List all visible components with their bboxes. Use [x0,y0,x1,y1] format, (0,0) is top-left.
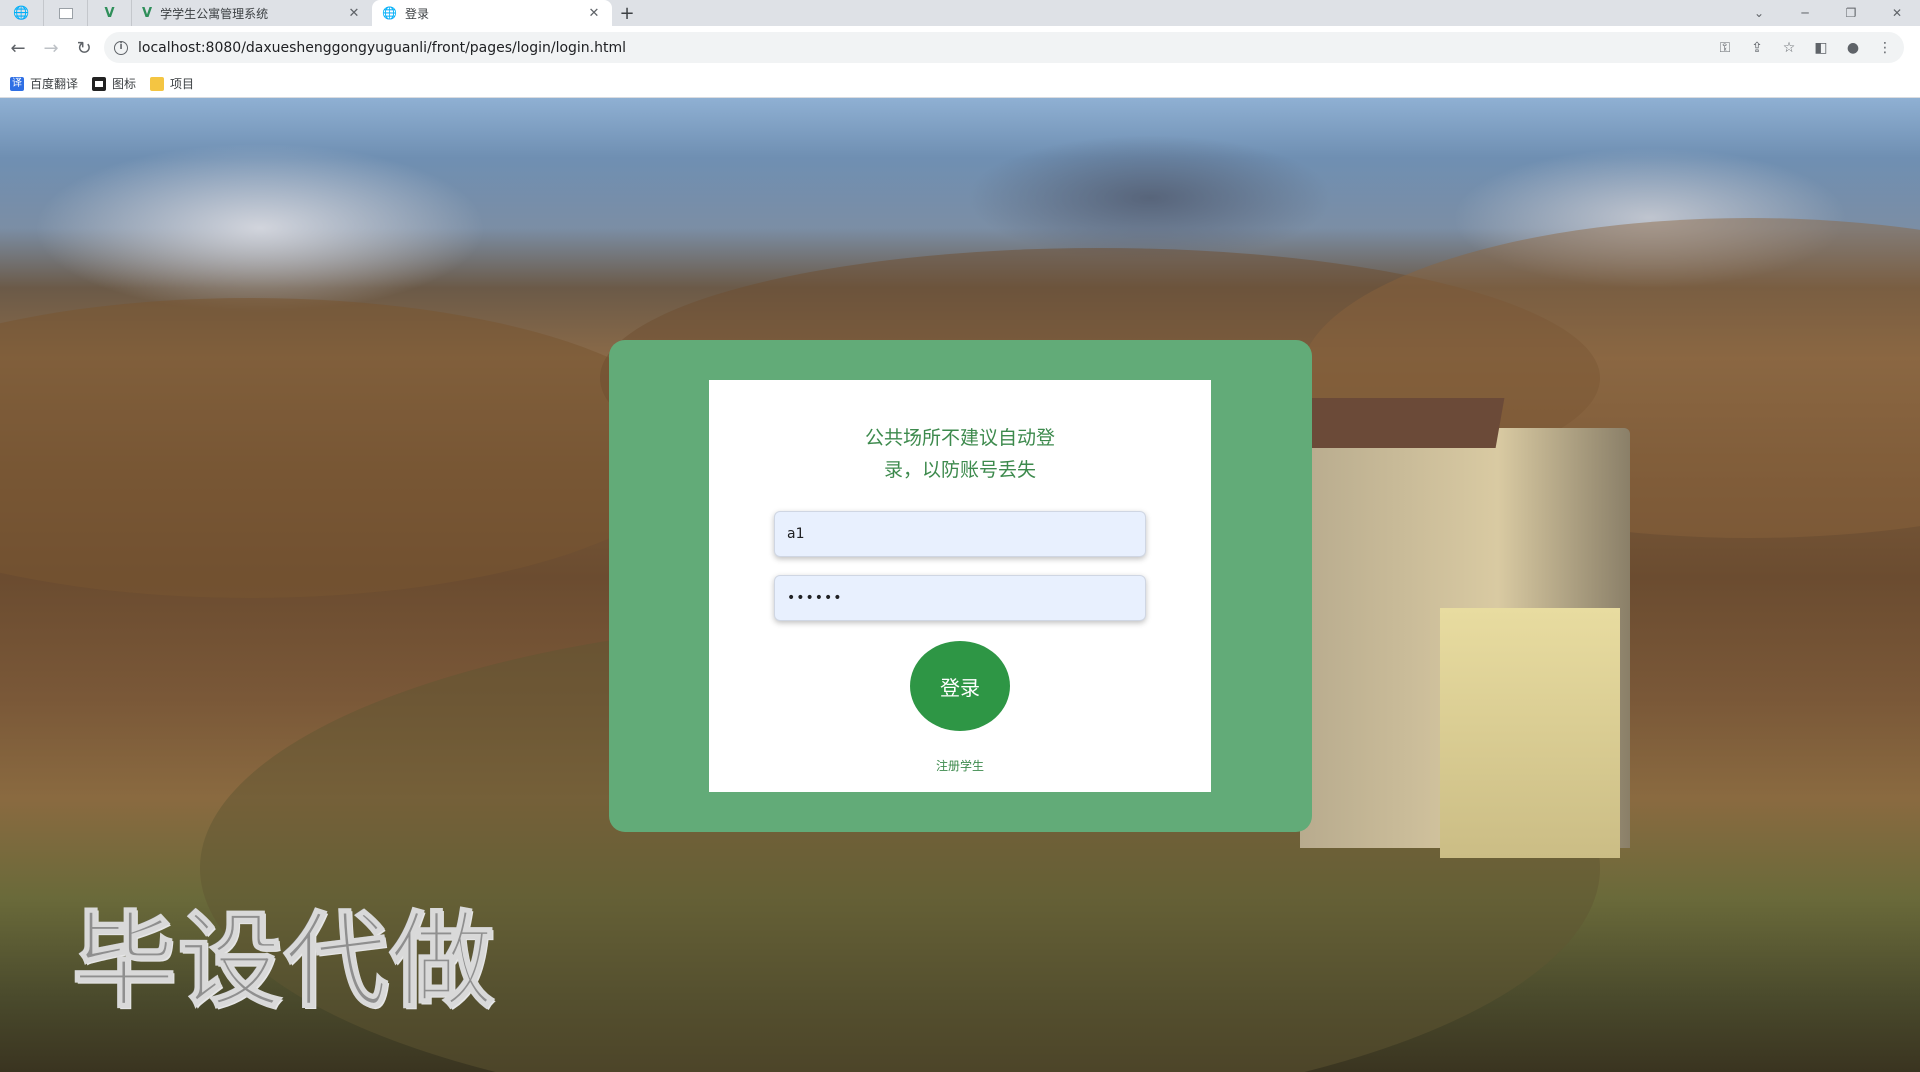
new-tab-button[interactable]: + [612,0,642,26]
notice-line: 录，以防账号丢失 [883,459,1036,481]
blank-page-icon [58,7,73,19]
sidepanel-icon[interactable]: ◧ [1812,40,1830,56]
key-icon[interactable]: ⚿ [1716,40,1734,56]
bookmark-label: 百度翻译 [30,77,79,91]
arrow-right-icon: → [43,37,59,59]
reload-button[interactable]: ↻ [69,33,99,63]
bookmark-icons[interactable]: 图标 [92,75,136,92]
share-icon[interactable]: ⇪ [1748,40,1766,56]
tab-apartment-system[interactable]: V 学学生公寓管理系统 ✕ [132,0,372,26]
reload-icon: ↻ [76,37,92,59]
info-icon[interactable]: i [114,40,128,55]
bookmark-baidu-translate[interactable]: 译 百度翻译 [10,75,78,92]
bookmark-label: 项目 [170,77,195,91]
minimize-icon[interactable]: ─ [1782,0,1828,26]
register-student-link[interactable]: 注册学生 [709,757,1211,774]
login-notice: 公共场所不建议自动登 录，以防账号丢失 [709,422,1211,486]
watermark-text: 毕设代做 [71,899,497,1023]
close-icon[interactable]: ✕ [346,6,362,21]
close-icon[interactable]: ✕ [586,6,602,21]
arrow-left-icon: ← [10,37,26,59]
tab-title: 登录 [404,6,429,21]
forward-button[interactable]: → [36,33,66,63]
pinned-tab-globe[interactable]: 🌐 [0,0,44,26]
background-hill [0,298,700,598]
background-roof [1295,398,1505,448]
tab-login[interactable]: 🌐 登录 ✕ [372,0,612,26]
notice-line: 公共场所不建议自动登 [864,427,1055,449]
bookmark-label: 图标 [112,77,137,91]
url-text[interactable]: localhost:8080/daxueshenggongyuguanli/fr… [138,40,626,56]
back-button[interactable]: ← [3,33,33,63]
profile-icon[interactable]: ● [1844,40,1862,56]
tab-title: 学学生公寓管理系统 [160,6,269,21]
password-input[interactable]: •••••• [774,575,1146,621]
translate-icon: 译 [10,76,24,91]
pinned-tab-vue[interactable]: V [88,0,132,26]
background-building-side [1440,608,1620,858]
star-icon[interactable]: ☆ [1780,40,1798,56]
globe-icon: 🌐 [13,5,30,21]
window-controls: ⌄ ─ ❐ ✕ [1736,0,1920,26]
close-window-icon[interactable]: ✕ [1874,0,1920,26]
login-button[interactable]: 登录 [910,641,1010,731]
tab-strip: 🌐 V V 学学生公寓管理系统 ✕ 🌐 登录 ✕ + ⌄ ─ ❐ ✕ [0,0,1920,26]
image-icon [92,76,107,91]
chevron-down-icon[interactable]: ⌄ [1736,0,1782,26]
username-input[interactable]: a1 [774,511,1146,557]
kebab-menu-icon[interactable]: ⋮ [1876,40,1894,56]
pinned-tab-blank[interactable] [44,0,88,26]
globe-icon: 🌐 [382,6,397,20]
restore-icon[interactable]: ❐ [1828,0,1874,26]
folder-icon [150,76,165,91]
vue-logo-icon: V [142,5,153,21]
login-page-background: 毕设代做 公共场所不建议自动登 录，以防账号丢失 a1 •••••• 登录 注册… [0,98,1920,1072]
address-bar-actions: ⚿ ⇪ ☆ ◧ ● ⋮ [1716,32,1894,63]
bookmark-projects[interactable]: 项目 [150,75,194,92]
login-card: 公共场所不建议自动登 录，以防账号丢失 a1 •••••• 登录 注册学生 [609,340,1312,832]
address-bar[interactable]: i localhost:8080/daxueshenggongyuguanli/… [104,32,1904,63]
bookmarks-bar: 译 百度翻译 图标 项目 [0,70,1920,98]
login-form: 公共场所不建议自动登 录，以防账号丢失 a1 •••••• 登录 注册学生 [709,380,1211,792]
browser-toolbar: ← → ↻ i localhost:8080/daxueshenggongyug… [0,26,1920,70]
vue-logo-icon: V [104,5,115,21]
